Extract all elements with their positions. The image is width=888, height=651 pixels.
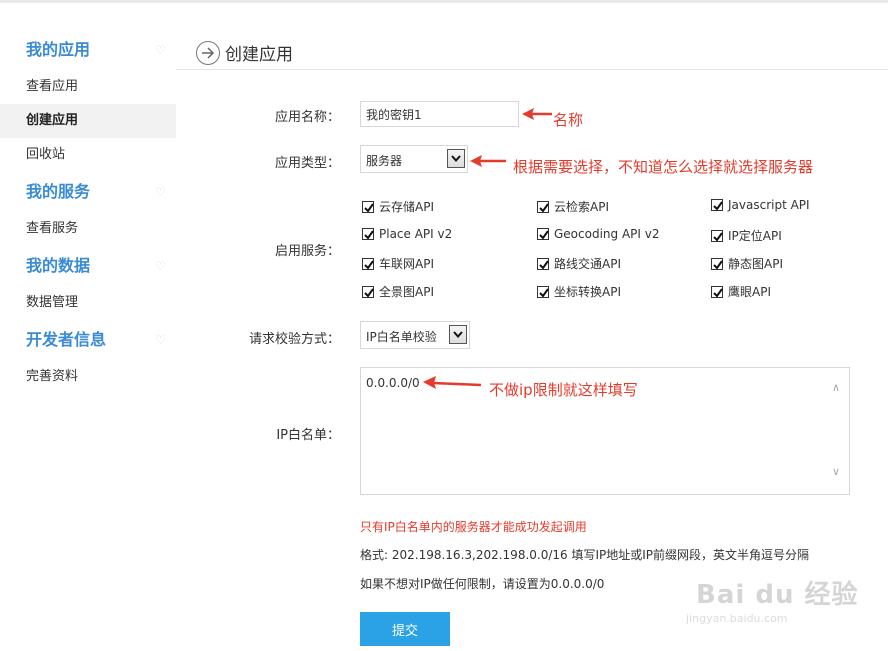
chevron-down-icon[interactable] <box>449 325 467 344</box>
sidebar-group-label: 我的应用 <box>26 40 91 59</box>
check-method-value: IP白名单校验 <box>366 330 437 344</box>
checkbox-checked-icon[interactable] <box>362 228 374 240</box>
service-checkbox-item[interactable]: 车联网API <box>362 255 434 272</box>
service-label: 车联网API <box>379 257 434 271</box>
ip-warning-text: 只有IP白名单内的服务器才能成功发起调用 <box>360 520 587 534</box>
checkbox-checked-icon[interactable] <box>711 199 723 211</box>
watermark-url: jingyan.baidu.com <box>686 612 788 625</box>
service-checkbox-item[interactable]: 云存储API <box>362 198 434 215</box>
chevron-down-icon: ♡ <box>155 185 166 199</box>
sidebar-group-label: 我的服务 <box>26 182 91 201</box>
checkbox-checked-icon[interactable] <box>362 201 374 213</box>
check-method-select[interactable]: IP白名单校验 <box>360 321 470 349</box>
app-name-label: 应用名称： <box>274 110 340 125</box>
service-label: 路线交通API <box>554 257 621 271</box>
service-checkbox-item[interactable]: 坐标转换API <box>537 283 621 300</box>
sidebar-group-my-services[interactable]: 我的服务 ♡ <box>0 172 176 212</box>
checkbox-checked-icon[interactable] <box>362 258 374 270</box>
chevron-down-icon: ♡ <box>155 43 166 57</box>
service-label: 云存储API <box>379 200 434 214</box>
service-label: 云检索API <box>554 200 609 214</box>
service-label: Place API v2 <box>379 227 453 241</box>
checkbox-checked-icon[interactable] <box>362 286 374 298</box>
services-label: 启用服务： <box>274 244 340 259</box>
app-type-select[interactable]: 服务器 <box>360 145 468 173</box>
page-title: 创建应用 <box>225 45 293 65</box>
service-checkbox-item[interactable]: Place API v2 <box>362 227 452 241</box>
service-label: 全景图API <box>379 285 434 299</box>
service-checkbox-item[interactable]: Geocoding API v2 <box>537 227 660 241</box>
checkbox-checked-icon[interactable] <box>537 258 549 270</box>
chevron-down-icon[interactable] <box>447 149 465 168</box>
service-checkbox-item[interactable]: 鹰眼API <box>711 283 771 300</box>
service-label: 坐标转换API <box>554 285 621 299</box>
top-strip <box>0 0 888 3</box>
app-type-label: 应用类型： <box>274 156 340 171</box>
submit-button[interactable]: 提交 <box>360 612 450 646</box>
service-label: Geocoding API v2 <box>554 227 660 241</box>
annotation-arrow-icon <box>423 376 482 389</box>
sidebar-group-my-apps[interactable]: 我的应用 ♡ <box>0 30 176 70</box>
service-label: 鹰眼API <box>728 285 771 299</box>
sidebar-item-view-apps[interactable]: 查看应用 <box>0 70 176 104</box>
check-method-label: 请求校验方式： <box>248 332 340 347</box>
sidebar-item-complete-profile[interactable]: 完善资料 <box>0 360 176 394</box>
annotation-name: 名称 <box>553 111 584 129</box>
checkbox-checked-icon[interactable] <box>537 228 549 240</box>
service-checkbox-item[interactable]: Javascript API <box>711 198 810 212</box>
service-checkbox-item[interactable]: 全景图API <box>362 283 434 300</box>
sidebar-item-data-management[interactable]: 数据管理 <box>0 286 176 320</box>
annotation-arrow-icon <box>522 108 552 120</box>
watermark-text: Bai du 经验 <box>696 580 859 610</box>
page-header: 创建应用 <box>176 30 888 70</box>
service-checkbox-item[interactable]: IP定位API <box>711 227 782 244</box>
ip-whitelist-label: IP白名单： <box>276 428 340 443</box>
service-label: IP定位API <box>728 229 782 243</box>
scroll-up-icon[interactable]: ∧ <box>832 381 840 394</box>
service-checkbox-item[interactable]: 静态图API <box>711 255 783 272</box>
scroll-down-icon[interactable]: ∨ <box>832 465 840 478</box>
service-label: Javascript API <box>728 198 810 212</box>
service-checkbox-item[interactable]: 云检索API <box>537 198 609 215</box>
checkbox-checked-icon[interactable] <box>537 201 549 213</box>
annotation-arrow-icon <box>470 155 506 167</box>
service-label: 静态图API <box>728 257 783 271</box>
app-name-input[interactable] <box>360 101 519 127</box>
annotation-ip: 不做ip限制就这样填写 <box>489 381 638 399</box>
baidu-jingyan-watermark: Bai du 经验 jingyan.baidu.com <box>676 566 866 636</box>
checkbox-checked-icon[interactable] <box>711 258 723 270</box>
arrow-right-circle-icon[interactable] <box>196 41 220 65</box>
checkbox-checked-icon[interactable] <box>711 230 723 242</box>
ip-format-hint: 格式: 202.198.16.3,202.198.0.0/16 填写IP地址或I… <box>360 548 810 562</box>
annotation-type: 根据需要选择，不知道怎么选择就选择服务器 <box>513 158 814 176</box>
app-type-value: 服务器 <box>366 154 403 168</box>
service-checkbox-item[interactable]: 路线交通API <box>537 255 621 272</box>
checkbox-checked-icon[interactable] <box>537 286 549 298</box>
ip-no-limit-hint: 如果不想对IP做任何限制，请设置为0.0.0.0/0 <box>360 577 605 591</box>
checkbox-checked-icon[interactable] <box>711 286 723 298</box>
